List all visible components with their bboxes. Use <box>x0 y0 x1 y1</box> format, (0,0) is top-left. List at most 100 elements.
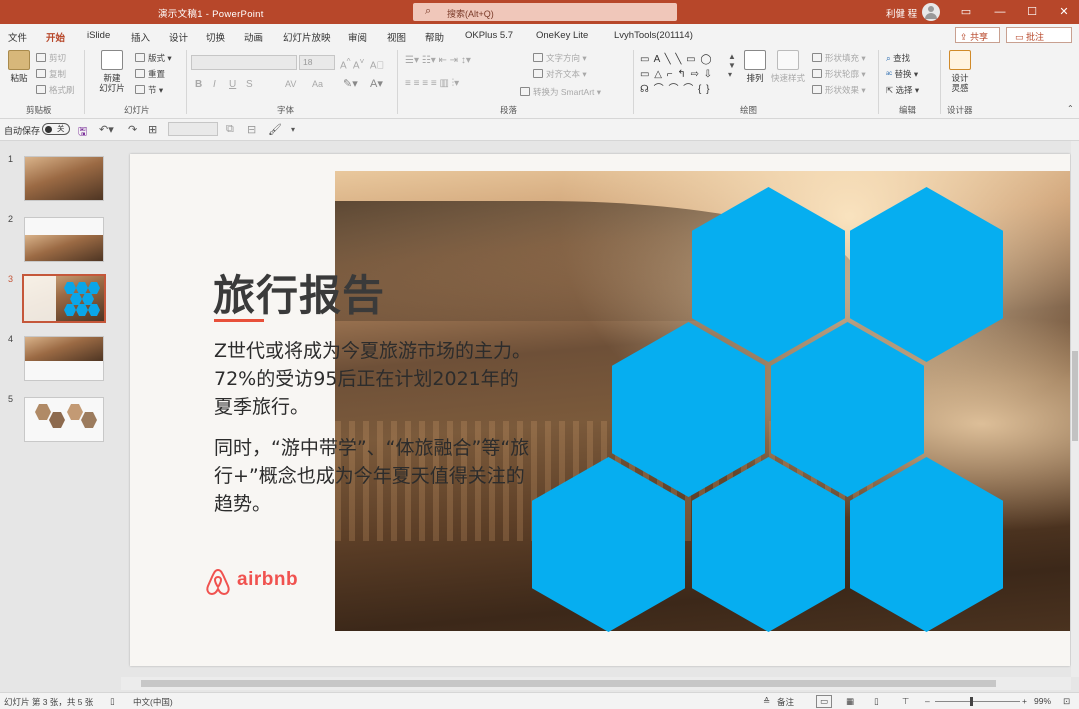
slideshow-icon[interactable]: ⊤ <box>902 696 909 707</box>
align-icon[interactable]: ⊟ <box>247 123 256 136</box>
change-case-button[interactable]: Aa <box>312 79 323 89</box>
comment-button[interactable]: ▭ 批注 <box>1006 27 1072 43</box>
tab-review[interactable]: 审阅 <box>348 30 367 44</box>
tab-file[interactable]: 文件 <box>8 30 27 44</box>
shapes-scroll-icon[interactable]: ▲ ▼ ▾ <box>728 52 736 79</box>
text-direction-button[interactable]: 文字方向 ▾ <box>533 52 587 64</box>
tab-islide[interactable]: iSlide <box>87 30 110 41</box>
notes-button[interactable]: 备注 <box>777 696 794 708</box>
slide-title[interactable]: 旅行报告 <box>213 262 385 323</box>
zoom-out-button[interactable]: – <box>925 696 930 706</box>
slide-thumbnail-5[interactable] <box>24 397 104 442</box>
design-ideas-label-1: 设计 <box>951 73 969 83</box>
new-slide-button[interactable]: 新建 幻灯片 <box>94 50 130 93</box>
slide-thumbnail-3[interactable] <box>22 274 106 323</box>
tab-slideshow[interactable]: 幻灯片放映 <box>283 30 331 44</box>
arrange-button[interactable]: 排列 <box>742 50 768 83</box>
slide-thumbnail-4[interactable] <box>24 336 104 381</box>
shape-outline-button[interactable]: 形状轮廓 ▾ <box>812 68 866 80</box>
notes-icon[interactable]: ≙ <box>763 696 770 707</box>
tab-home[interactable]: 开始 <box>46 30 66 49</box>
align-text-button[interactable]: 对齐文本 ▾ <box>533 68 587 80</box>
font-size-dropdown[interactable]: 18 <box>299 55 335 70</box>
customize-qat-icon[interactable]: ▾ <box>291 125 295 134</box>
undo-icon[interactable]: ↶▾ <box>99 123 114 136</box>
ribbon-display-options-icon[interactable]: ▭ <box>949 0 983 24</box>
share-button[interactable]: ⇪ 共享 <box>955 27 1000 43</box>
slide-paragraph-1[interactable]: Z世代或将成为今夏旅游市场的主力。72%的受访95后正在计划2021年的夏季旅行… <box>214 337 534 421</box>
copy-button[interactable]: 复制 <box>36 68 66 80</box>
close-button[interactable]: ✕ <box>1047 0 1079 24</box>
tab-lvyhtools[interactable]: LvyhTools(201114) <box>614 30 693 41</box>
bold-button[interactable]: B <box>195 79 202 90</box>
select-button[interactable]: ⇱ 选择 ▾ <box>886 84 919 96</box>
language-indicator[interactable]: 中文(中国) <box>133 696 173 708</box>
tab-transitions[interactable]: 切换 <box>206 30 225 44</box>
replace-button[interactable]: ᵃᶜ 替换 ▾ <box>886 68 918 80</box>
zoom-in-button[interactable]: + <box>1022 696 1027 706</box>
horizontal-scroll-thumb[interactable] <box>141 680 996 687</box>
reset-button[interactable]: 重置 <box>135 68 165 80</box>
qat-dropdown[interactable] <box>168 122 218 136</box>
tab-design[interactable]: 设计 <box>169 30 188 44</box>
collapse-ribbon-icon[interactable]: ⌃ <box>1067 104 1074 113</box>
underline-button[interactable]: U <box>229 79 236 90</box>
layout-button[interactable]: 版式 ▾ <box>135 52 172 64</box>
accessibility-icon[interactable]: ▯ <box>110 696 115 707</box>
reading-view-icon[interactable]: ▯ <box>874 696 879 707</box>
list-icons[interactable]: ☰▾ ☷▾ ⇤ ⇥ ↕▾ <box>405 55 471 66</box>
section-button[interactable]: 节 ▾ <box>135 84 163 96</box>
smartart-button[interactable]: 转换为 SmartArt ▾ <box>520 86 601 98</box>
font-grow-decrease-icons[interactable]: A^ A˅ A⃠ <box>340 56 384 71</box>
tab-animations[interactable]: 动画 <box>244 30 263 44</box>
zoom-slider-knob[interactable] <box>970 697 973 706</box>
slide-canvas[interactable]: 旅行报告 Z世代或将成为今夏旅游市场的主力。72%的受访95后正在计划2021年… <box>130 154 1070 666</box>
shape-fill-button[interactable]: 形状填充 ▾ <box>812 52 866 64</box>
zoom-slider[interactable] <box>935 701 1020 702</box>
present-icon[interactable]: ⊞ <box>148 123 157 136</box>
find-button[interactable]: ⌕ 查找 <box>886 52 910 64</box>
avatar[interactable] <box>922 3 940 21</box>
highlight-color-icon[interactable]: ✎▾ <box>343 77 358 90</box>
font-name-dropdown[interactable] <box>191 55 297 70</box>
design-ideas-button[interactable]: 设计 灵感 <box>946 50 974 93</box>
minimize-button[interactable]: — <box>983 0 1017 24</box>
tab-onekey[interactable]: OneKey Lite <box>536 30 588 41</box>
save-icon[interactable]: 🖫 <box>78 123 87 142</box>
tab-view[interactable]: 视图 <box>387 30 406 44</box>
vertical-scrollbar[interactable] <box>1071 141 1079 677</box>
char-spacing-button[interactable]: AV <box>285 79 296 89</box>
autosave-toggle[interactable]: 关 <box>42 123 70 135</box>
user-name[interactable]: 利健 程 <box>886 6 917 20</box>
fit-slide-icon[interactable]: ⊡ <box>1063 696 1070 707</box>
slide-sorter-icon[interactable]: ▦ <box>846 696 854 707</box>
shapes-gallery[interactable]: ▭ A ╲ ╲ ▭ ◯ ▭ △ ⌐ ↰ ⇨ ⇩ ☊ ⌒ ⌒ ⌒ { } <box>640 52 726 98</box>
slide-paragraph-2[interactable]: 同时，“游中带学”、“体旅融合”等“旅行+”概念也成为今年夏天值得关注的趋势。 <box>214 434 534 518</box>
slide-thumbnail-2[interactable] <box>24 217 104 262</box>
thumbnail-hex <box>67 404 83 420</box>
paste-button[interactable]: 粘贴 <box>6 50 32 83</box>
align-icons[interactable]: ≡ ≡ ≡ ≡ ▥ ⫶▾ <box>405 78 459 89</box>
font-color-icon[interactable]: A▾ <box>370 77 383 90</box>
zoom-level[interactable]: 99% <box>1034 696 1051 706</box>
slide-thumbnail-1[interactable] <box>24 156 104 201</box>
shadow-button[interactable]: S <box>246 79 253 90</box>
new-slide-label-2: 幻灯片 <box>99 83 125 93</box>
cut-button[interactable]: 剪切 <box>36 52 66 64</box>
thumb-number: 4 <box>8 334 14 344</box>
redo-icon[interactable]: ↷ <box>128 123 137 136</box>
maximize-button[interactable]: ☐ <box>1015 0 1049 24</box>
horizontal-scrollbar[interactable] <box>121 677 1071 690</box>
tab-insert[interactable]: 插入 <box>131 30 150 44</box>
tab-help[interactable]: 帮助 <box>425 30 444 44</box>
search-box[interactable]: ⌕ 搜索(Alt+Q) <box>413 3 677 21</box>
format-painter-button[interactable]: 格式刷 <box>36 84 75 96</box>
format-painter-icon[interactable]: 🖌 <box>268 123 282 136</box>
vertical-scroll-thumb[interactable] <box>1072 351 1078 441</box>
tab-okplus[interactable]: OKPlus 5.7 <box>465 30 513 41</box>
shape-effects-button[interactable]: 形状效果 ▾ <box>812 84 866 96</box>
italic-button[interactable]: I <box>213 79 216 90</box>
normal-view-icon[interactable]: ▭ <box>816 695 833 708</box>
quick-styles-button[interactable]: 快速样式 <box>770 50 806 83</box>
group-icon[interactable]: ⧉ <box>226 123 234 136</box>
